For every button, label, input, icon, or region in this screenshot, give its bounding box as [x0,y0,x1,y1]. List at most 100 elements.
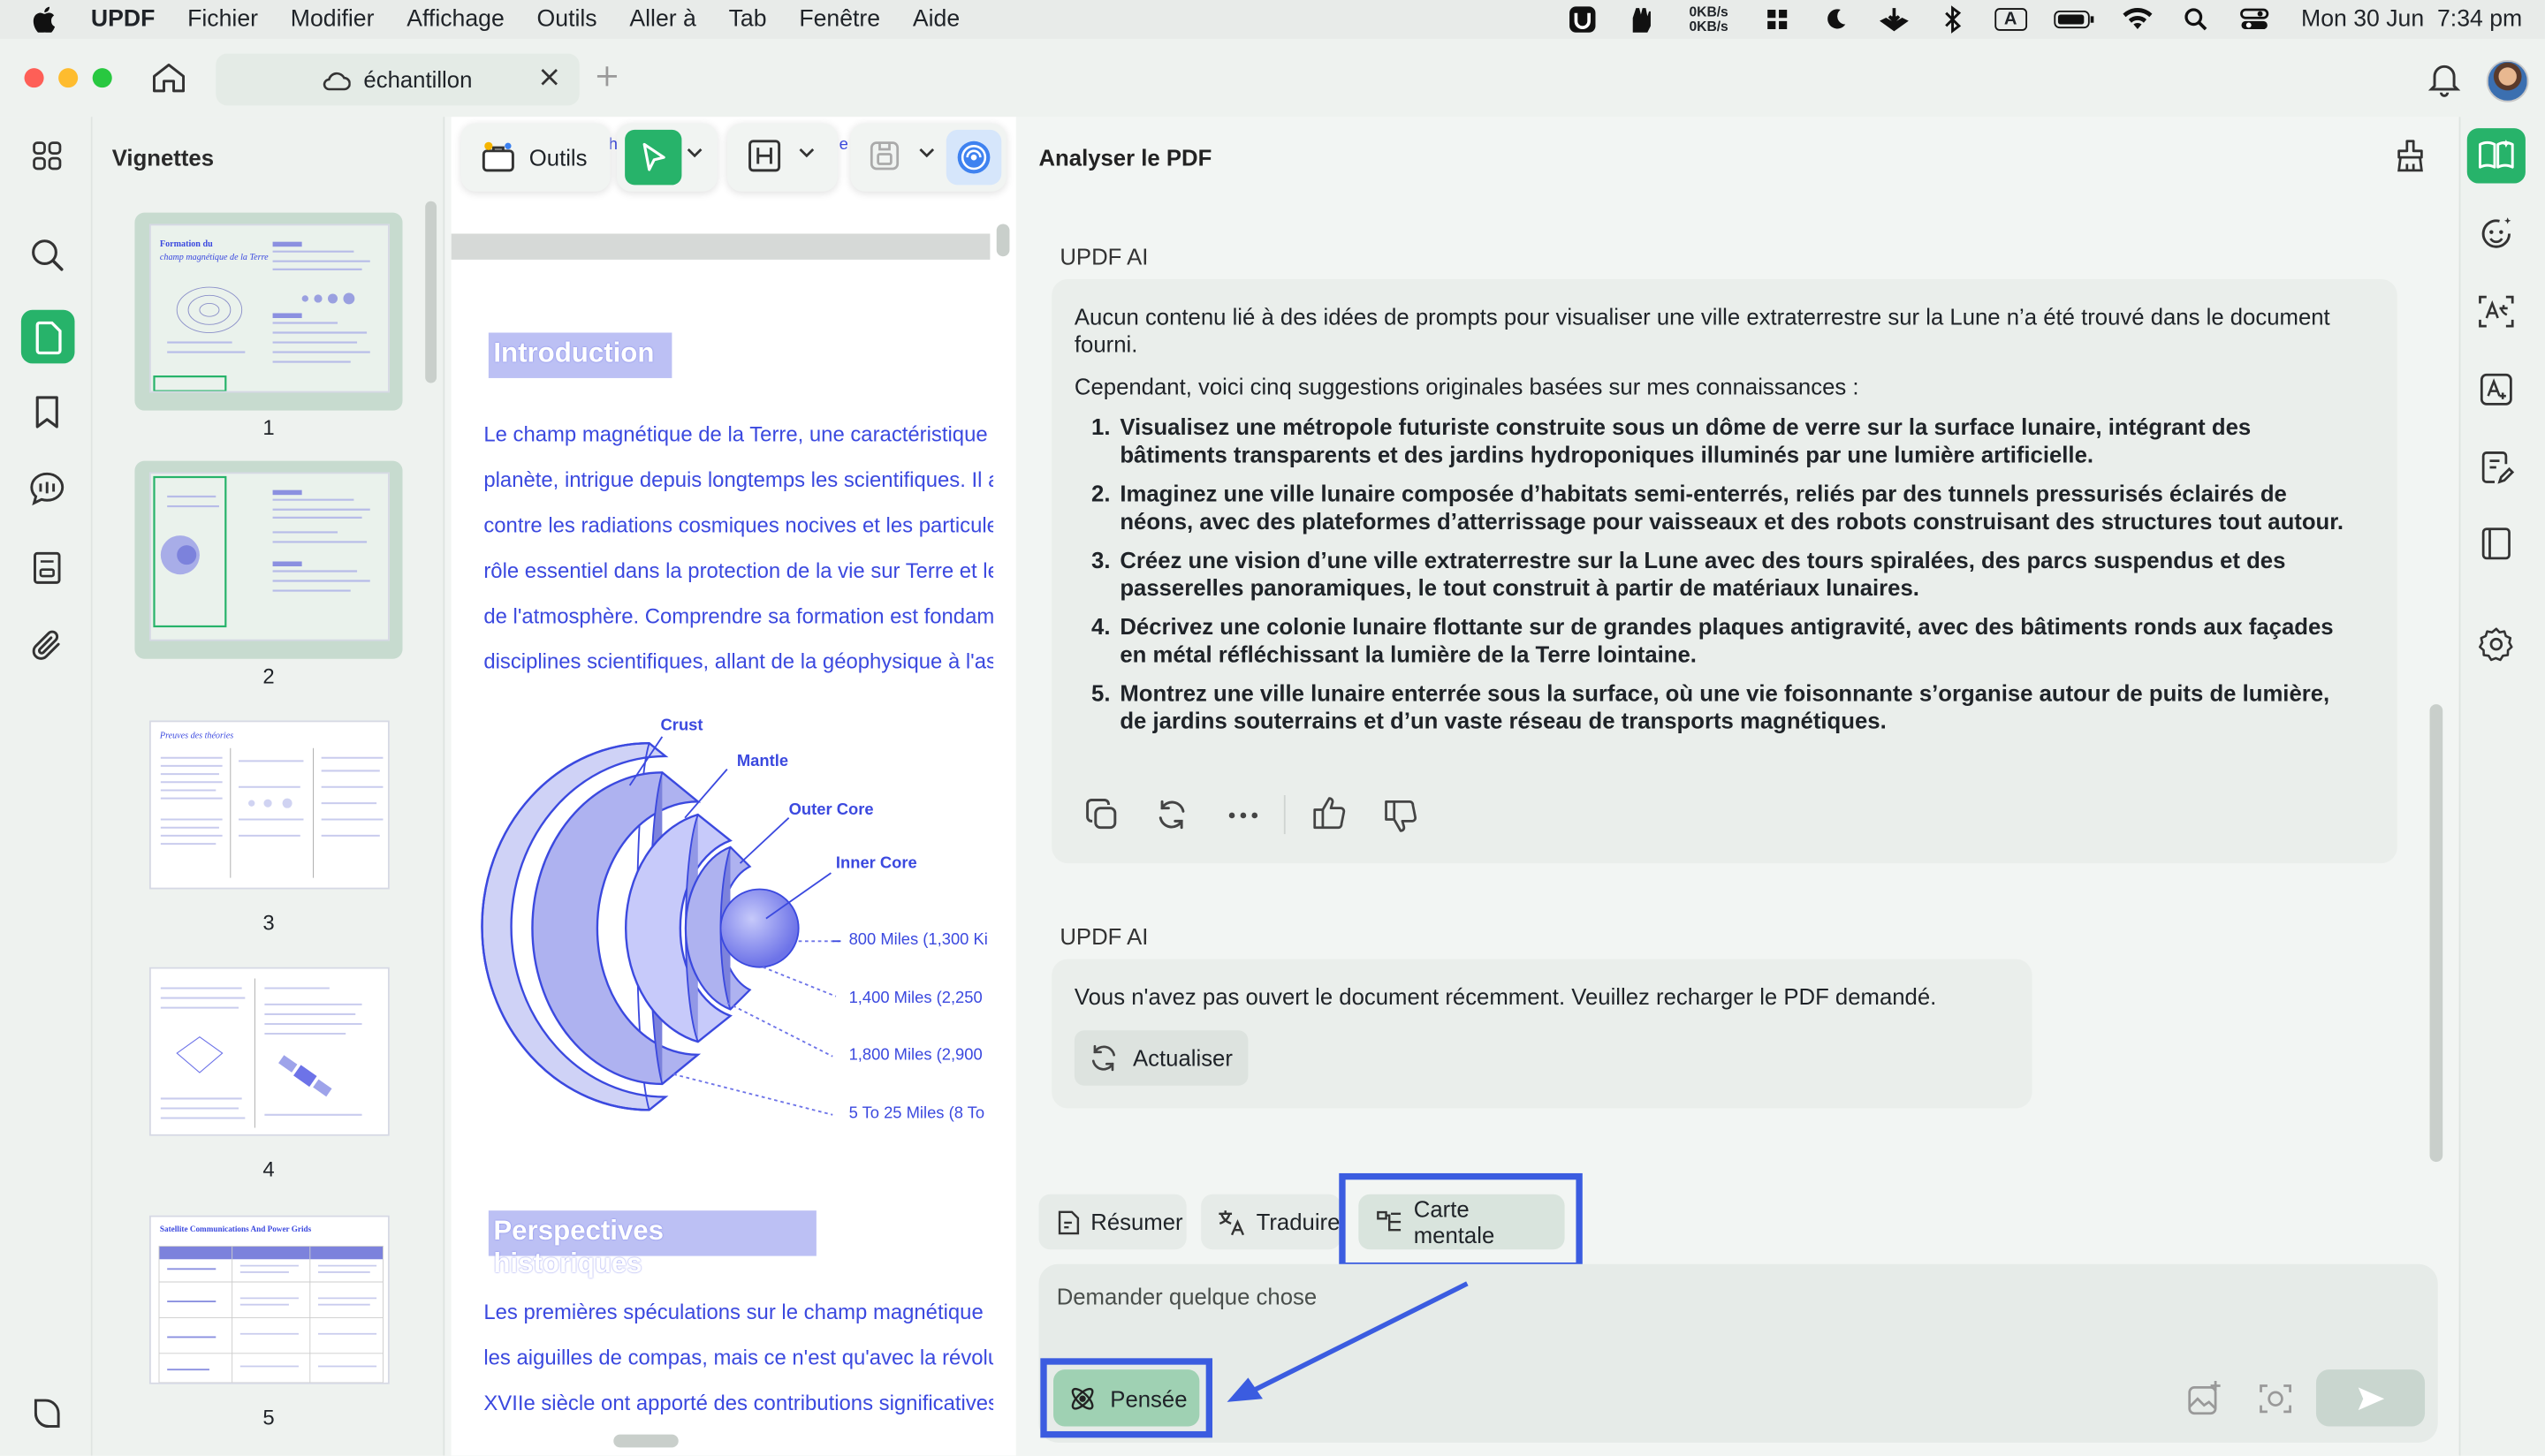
thumbnail-page-2[interactable] [134,460,403,659]
select-cursor-button[interactable] [625,129,682,186]
ai-assistant-button[interactable] [946,129,1002,186]
form-fields-icon[interactable] [25,545,70,590]
apps-grid-icon[interactable] [25,133,70,178]
history-heading: Perspectives historiques [488,1210,817,1278]
ocr-translate-icon[interactable] [2473,289,2518,334]
document-tab[interactable]: échantillon [216,53,580,106]
settings-gear-icon[interactable] [2473,621,2518,666]
thumbs-down-icon[interactable] [1383,799,1418,834]
depth-label-1: 800 Miles (1,300 Ki [848,931,988,950]
download-tray-icon[interactable] [1876,5,1911,34]
think-highlight-box [1040,1358,1213,1438]
clear-chat-broom-icon[interactable] [2390,136,2429,175]
thumbnail-page-4[interactable] [134,956,402,1141]
suggestion-1: Visualisez une métropole futuriste const… [1117,413,2357,468]
regenerate-icon[interactable] [1154,797,1189,832]
menu-modifier[interactable]: Modifier [291,6,375,32]
search-icon[interactable] [25,232,70,277]
thumbnail-page-5[interactable]: Satellite Communications And Power Grids [134,1204,402,1389]
chat-scrollbar[interactable] [2429,704,2443,1163]
menu-fichier[interactable]: Fichier [187,6,258,32]
label-crust: Crust [660,717,703,736]
fit-dropdown-chevron-icon[interactable] [799,148,815,159]
thumbs-up-icon[interactable] [1311,795,1347,830]
zoom-window-button[interactable] [92,68,112,88]
bluetooth-icon[interactable] [1934,5,1970,34]
refresh-label: Actualiser [1133,1044,1233,1072]
thumb1-illustration [152,241,369,391]
input-source[interactable]: A [1993,5,2028,34]
thumbnail-page-1[interactable]: Formation du champ magnétique de la Terre [134,212,403,411]
tools-button[interactable]: Outils [460,123,611,192]
screenshot-camera-icon[interactable] [2256,1379,2295,1418]
intro-line-1: Le champ magnétique de la Terre, une car… [483,421,988,447]
menu-aller[interactable]: Aller à [629,6,696,32]
clock[interactable]: Mon 30 Jun 7:34 pm [2301,6,2522,32]
ai-sticker-icon[interactable] [2473,211,2518,256]
thumbnails-panel: Vignettes Formation du champ magnétique d… [92,117,445,1456]
updf-brand-icon[interactable] [25,1391,70,1436]
send-button[interactable] [2315,1369,2426,1427]
depth-label-2: 1,400 Miles (2,250 [848,990,983,1008]
text-recognition-icon[interactable] [2473,367,2518,412]
depth-label-3: 1,800 Miles (2,900 [848,1046,983,1065]
home-icon[interactable] [151,62,186,95]
notification-bell-icon[interactable] [2427,62,2461,97]
thumbnails-scrollbar[interactable] [425,201,437,383]
bookmark-icon[interactable] [25,390,70,435]
glove-icon[interactable] [1622,5,1658,34]
msg1-paragraph-2: Cependant, voici cinq suggestions origin… [1074,373,1859,399]
menu-aide[interactable]: Aide [913,6,960,32]
moon-icon[interactable] [1818,5,1853,34]
minimize-window-button[interactable] [58,68,79,88]
attachment-icon[interactable] [25,623,70,668]
refresh-button[interactable]: Actualiser [1074,1030,1249,1086]
menu-affichage[interactable]: Affichage [406,6,505,32]
suggestion-3: Créez une vision d’une ville extraterres… [1117,547,2357,602]
thumbnails-view-icon[interactable] [20,309,75,364]
thumbnail-page-3[interactable]: Preuves des théories [134,709,402,894]
menu-outils[interactable]: Outils [537,6,597,32]
doc-scrollbar[interactable] [996,224,1010,257]
send-icon [2357,1386,2384,1410]
menu-fenetre[interactable]: Fenêtre [799,6,880,32]
select-dropdown-chevron-icon[interactable] [687,148,703,159]
translate-icon [1218,1208,1247,1235]
history-line-3: XVIIe siècle ont apporté des contributio… [483,1391,994,1415]
copy-icon[interactable] [1084,797,1120,832]
summarize-chip[interactable]: Résumer [1038,1194,1187,1250]
thumb4-illustration [159,978,361,1128]
tools-label: Outils [528,144,588,171]
new-tab-icon[interactable] [596,64,619,87]
grid-app-icon[interactable] [1759,5,1795,34]
earth-layers-diagram [481,736,841,1116]
history-line-2: les aiguilles de compas, mais ce n'est q… [483,1345,994,1370]
wifi-icon[interactable] [2119,5,2154,34]
intro-heading: Introduction [488,332,672,378]
thumb2-illustration [152,475,369,628]
msg1-suggestion-list: Visualisez une métropole futuriste const… [1075,413,2357,747]
menu-bar: UPDF Fichier Modifier Affichage Outils A… [0,0,2545,40]
comments-icon[interactable] [25,466,70,511]
menu-app[interactable]: UPDF [91,6,156,32]
user-avatar[interactable] [2486,59,2529,102]
translate-chip[interactable]: Traduire [1201,1194,1341,1250]
close-tab-icon[interactable] [541,68,558,86]
battery-icon[interactable] [2051,5,2096,34]
spotlight-search-icon[interactable] [2177,5,2213,34]
image-upload-icon[interactable] [2184,1379,2223,1418]
label-outer-core: Outer Core [788,801,874,820]
close-window-button[interactable] [24,68,44,88]
more-options-icon[interactable] [1227,811,1260,819]
menu-tab[interactable]: Tab [729,6,767,32]
apple-icon[interactable] [33,6,56,33]
save-icon[interactable] [867,138,902,173]
save-dropdown-chevron-icon[interactable] [919,148,935,159]
updf-status-icon[interactable] [1564,5,1599,34]
edit-document-icon[interactable] [2473,444,2518,489]
reader-mode-icon[interactable] [2473,521,2518,566]
ai-chat-tab-icon[interactable] [2466,128,2526,184]
control-center-icon[interactable] [2237,5,2272,34]
fit-width-icon[interactable] [747,138,782,173]
doc-hscrollbar[interactable] [613,1434,679,1448]
